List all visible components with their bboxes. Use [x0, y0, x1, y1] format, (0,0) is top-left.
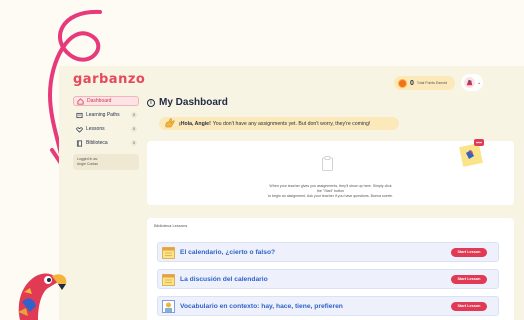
sidebar-count: 0 [131, 126, 137, 132]
logged-in-box: Logged in as: Angie Conlan [73, 154, 139, 170]
points-value: 0 [410, 79, 414, 87]
lesson-title[interactable]: La discusión del calendario [180, 276, 451, 283]
coin-icon [398, 78, 407, 88]
points-label: Total Points Earned [416, 81, 448, 85]
lesson-row[interactable]: La discusión del calendario Start Lesson [157, 269, 499, 289]
home-icon [77, 97, 84, 105]
page-title: My Dashboard [159, 97, 228, 108]
sidebar-item-label: Learning Paths [86, 112, 120, 118]
waving-hand-icon [165, 118, 175, 128]
user-menu-button[interactable]: ⌄ [461, 74, 483, 91]
lesson-row[interactable]: El calendario, ¿cierto o falso? Start Le… [157, 242, 499, 262]
sidebar-item-lessons[interactable]: Lessons 0 [73, 124, 139, 134]
clipboard-icon [322, 156, 333, 171]
calendar-icon [162, 246, 175, 259]
lesson-title[interactable]: El calendario, ¿cierto o falso? [180, 249, 451, 256]
sidebar-item-label: Lessons [86, 126, 105, 132]
calendar-icon [162, 273, 175, 286]
sidebar: Dashboard Learning Paths 0 Lessons 0 Bib… [73, 96, 139, 170]
sidebar-item-learning-paths[interactable]: Learning Paths 0 [73, 110, 139, 120]
sticky-note-illustration [459, 139, 484, 167]
sidebar-item-dashboard[interactable]: Dashboard [73, 96, 139, 106]
info-icon[interactable]: i [147, 98, 155, 107]
parrot-mascot-illustration [18, 273, 67, 320]
sidebar-item-label: Biblioteca [86, 140, 108, 146]
page-title-row: i My Dashboard [147, 97, 228, 108]
sidebar-item-biblioteca[interactable]: Biblioteca 0 [73, 138, 139, 148]
banner-message: You don't have any assignments yet. But … [212, 120, 371, 127]
empty-state-line: When your teacher gives you assignments,… [269, 184, 392, 193]
greeting-banner: ¡Hola, Angie! You don't have any assignm… [159, 117, 399, 130]
avatar [464, 77, 475, 88]
section-title: Biblioteca Lessons [154, 223, 188, 228]
garbanzo-logo[interactable]: garbanzo [73, 72, 145, 87]
biblioteca-lessons-card: Biblioteca Lessons El calendario, ¿ciert… [147, 218, 514, 320]
sidebar-count: 0 [131, 112, 137, 118]
book-icon [76, 140, 83, 146]
lesson-row[interactable]: Vocabulario en contexto: hay, hace, tien… [157, 296, 499, 316]
lesson-title[interactable]: Vocabulario en contexto: hay, hace, tien… [180, 303, 451, 310]
greeting-text: ¡Hola, Angie! [179, 120, 211, 127]
vocabulary-icon [162, 299, 175, 313]
sidebar-item-label: Dashboard [87, 98, 112, 104]
start-lesson-button[interactable]: Start Lesson [451, 274, 487, 284]
empty-state-text: When your teacher gives you assignments,… [147, 184, 514, 199]
empty-state-line: to begin an assignment. Ask your teacher… [267, 194, 394, 198]
path-icon [76, 112, 83, 118]
points-badge: 0 Total Points Earned [394, 76, 455, 90]
chevron-down-icon: ⌄ [477, 79, 482, 86]
logged-in-user: Angie Conlan [77, 162, 99, 166]
app-window: garbanzo 0 Total Points Earned ⌄ Dashboa… [59, 66, 524, 320]
heart-icon [76, 126, 83, 133]
start-lesson-button[interactable]: Start Lesson [451, 247, 487, 257]
sidebar-count: 0 [131, 140, 137, 146]
start-lesson-button[interactable]: Start Lesson [451, 301, 487, 311]
